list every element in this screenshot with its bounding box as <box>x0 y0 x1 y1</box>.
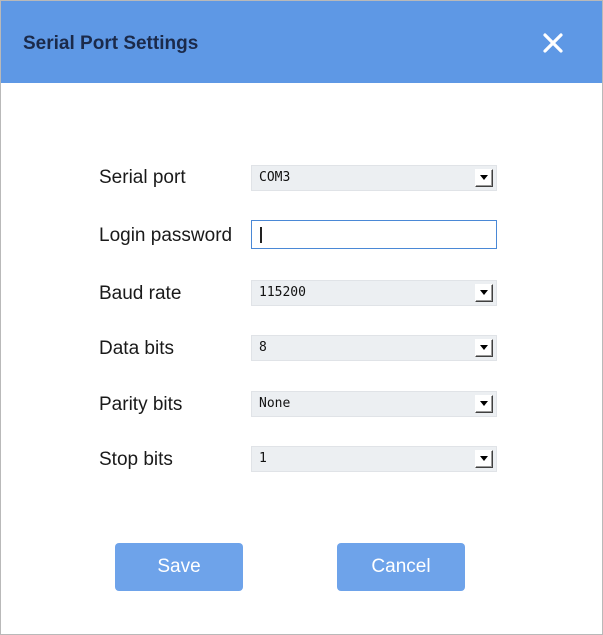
login-password-field[interactable] <box>251 220 497 249</box>
data-bits-select[interactable]: 8 <box>251 335 497 361</box>
stop-bits-value: 1 <box>259 451 267 466</box>
cancel-button[interactable]: Cancel <box>337 543 465 591</box>
serial-port-select[interactable]: COM3 <box>251 165 497 191</box>
data-bits-label: Data bits <box>99 338 174 359</box>
chevron-down-icon[interactable] <box>475 395 493 413</box>
text-caret <box>260 227 262 243</box>
stop-bits-label: Stop bits <box>99 449 173 470</box>
parity-bits-select[interactable]: None <box>251 391 497 417</box>
baud-rate-label: Baud rate <box>99 283 182 304</box>
baud-rate-value: 115200 <box>259 285 306 300</box>
data-bits-value: 8 <box>259 340 267 355</box>
baud-rate-select[interactable]: 115200 <box>251 280 497 306</box>
chevron-down-icon[interactable] <box>475 284 493 302</box>
chevron-down-icon[interactable] <box>475 450 493 468</box>
stop-bits-select[interactable]: 1 <box>251 446 497 472</box>
chevron-down-icon[interactable] <box>475 169 493 187</box>
serial-port-value: COM3 <box>259 170 291 185</box>
close-icon[interactable] <box>541 31 565 55</box>
login-password-label: Login password <box>99 225 233 246</box>
parity-bits-label: Parity bits <box>99 394 183 415</box>
serial-port-label: Serial port <box>99 167 186 188</box>
parity-bits-value: None <box>259 396 291 411</box>
save-button[interactable]: Save <box>115 543 243 591</box>
chevron-down-icon[interactable] <box>475 339 493 357</box>
dialog-titlebar: Serial Port Settings <box>1 1 602 83</box>
serial-port-settings-dialog: Serial Port Settings Serial port COM3 Lo… <box>0 0 603 635</box>
dialog-title: Serial Port Settings <box>23 33 199 54</box>
